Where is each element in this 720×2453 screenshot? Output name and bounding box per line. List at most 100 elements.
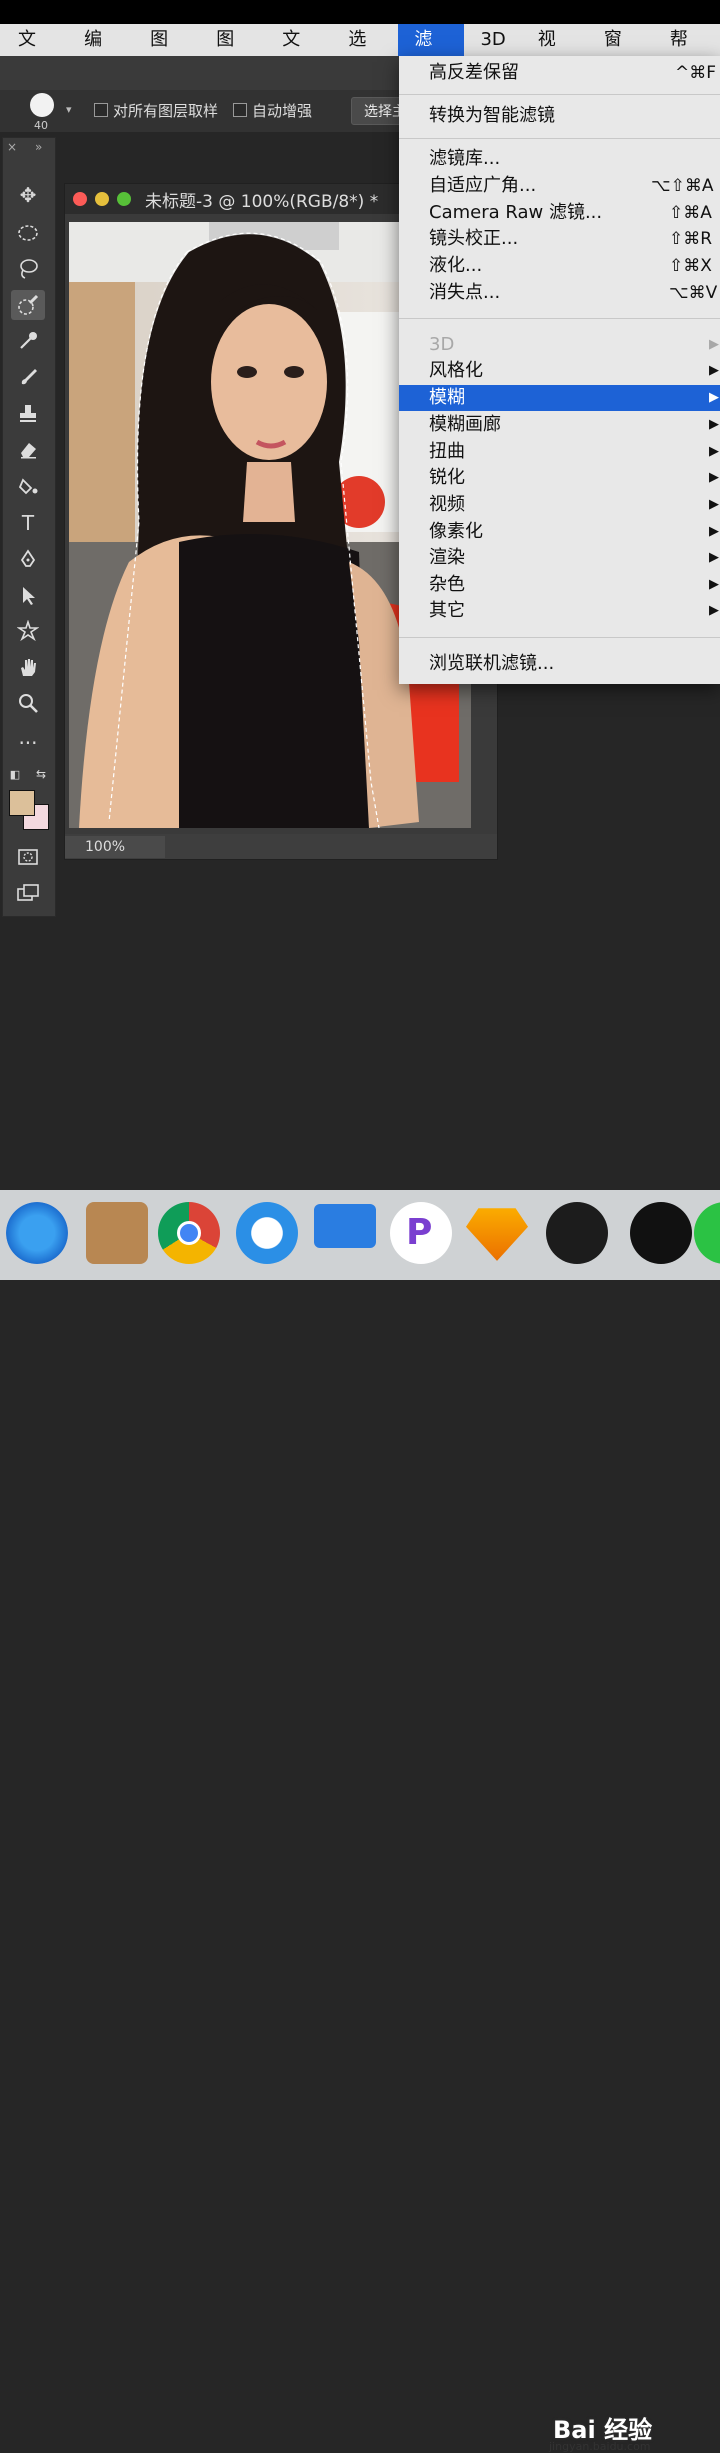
submenu-arrow-icon: ▶ <box>709 337 719 352</box>
menu-filter[interactable]: 滤镜 <box>398 24 465 82</box>
brush-size-label: 40 <box>34 119 48 132</box>
menu-item-label: 3D <box>429 334 455 355</box>
quick-selection-tool-icon[interactable] <box>11 290 45 320</box>
menu-view[interactable]: 视图 <box>522 24 588 82</box>
chrome-icon[interactable] <box>158 1202 220 1264</box>
menu-item-other[interactable]: 其它 ▶ <box>399 598 720 624</box>
menu-item-noise[interactable]: 杂色 ▶ <box>399 572 720 598</box>
p-app-icon[interactable]: P <box>390 1202 452 1264</box>
menu-item-label: 镜头校正... <box>429 228 519 249</box>
menu-item-label: 锐化 <box>429 467 465 488</box>
zoom-window-icon[interactable] <box>117 192 131 206</box>
more-tools-icon[interactable]: ··· <box>11 728 45 758</box>
minimize-window-icon[interactable] <box>95 192 109 206</box>
zoom-level-field[interactable]: 100% <box>65 836 165 858</box>
safari-icon[interactable] <box>6 1202 68 1264</box>
close-window-icon[interactable] <box>73 192 87 206</box>
sample-all-layers-checkbox[interactable] <box>94 103 108 117</box>
menu-item-liquify[interactable]: 液化... ⇧⌘X <box>399 253 720 279</box>
menu-layer[interactable]: 图层 <box>200 24 266 82</box>
submenu-arrow-icon: ▶ <box>709 444 719 459</box>
menu-item-filter-gallery[interactable]: 滤镜库... <box>399 146 720 172</box>
menu-item-label: 液化... <box>429 255 483 276</box>
quick-mask-icon[interactable] <box>11 842 45 872</box>
submenu-arrow-icon: ▶ <box>709 524 719 539</box>
menu-item-render[interactable]: 渲染 ▶ <box>399 545 720 571</box>
collapse-icon[interactable]: » <box>35 140 42 154</box>
menu-type[interactable]: 文字 <box>266 24 332 82</box>
menu-item-lens-correction[interactable]: 镜头校正... ⇧⌘R <box>399 226 720 252</box>
menu-item-stylize[interactable]: 风格化 ▶ <box>399 358 720 384</box>
menu-item-label: 消失点... <box>429 282 501 303</box>
menu-image[interactable]: 图像 <box>134 24 200 82</box>
custom-shape-tool-icon[interactable] <box>11 616 45 646</box>
screen-mode-icon[interactable] <box>11 878 45 908</box>
menu-item-shortcut: ^⌘F <box>675 63 717 83</box>
qq-icon[interactable] <box>630 1202 692 1264</box>
eyedropper-tool-icon[interactable] <box>11 326 45 356</box>
menu-separator <box>399 94 720 95</box>
menu-item-browse-online-filters[interactable]: 浏览联机滤镜... <box>399 651 720 677</box>
brush-tool-icon[interactable] <box>11 362 45 392</box>
menu-item-adaptive-wide-angle[interactable]: 自适应广角... ⌥⇧⌘A <box>399 173 720 199</box>
auto-enhance-label: 自动增强 <box>252 102 313 120</box>
menu-3d[interactable]: 3D <box>464 24 521 56</box>
menu-item-convert-smart-filter[interactable]: 转换为智能滤镜 <box>399 103 720 129</box>
menu-item-label: 视频 <box>429 494 465 515</box>
zoom-tool-icon[interactable] <box>11 688 45 718</box>
menu-item-label: 风格化 <box>429 360 483 381</box>
menu-item-pixelate[interactable]: 像素化 ▶ <box>399 519 720 545</box>
menu-item-label: 扭曲 <box>429 441 465 462</box>
menu-file[interactable]: 文件 <box>0 24 68 82</box>
menu-item-label: 像素化 <box>429 521 483 542</box>
chevron-down-icon[interactable]: ▾ <box>66 103 72 116</box>
menu-item-blur[interactable]: 模糊 ▶ <box>399 385 720 411</box>
tools-panel: × » ✥ T ··· ◧ ⇆ <box>2 137 56 917</box>
marquee-tool-icon[interactable] <box>11 218 45 248</box>
menu-select[interactable]: 选择 <box>332 24 398 82</box>
menu-item-camera-raw-filter[interactable]: Camera Raw 滤镜... ⇧⌘A <box>399 200 720 226</box>
hand-tool-icon[interactable] <box>11 652 45 682</box>
pen-tool-icon[interactable] <box>11 544 45 574</box>
path-selection-tool-icon[interactable] <box>11 580 45 610</box>
auto-enhance-checkbox[interactable] <box>233 103 247 117</box>
paint-bucket-tool-icon[interactable] <box>11 470 45 500</box>
menu-item-video[interactable]: 视频 ▶ <box>399 492 720 518</box>
submenu-arrow-icon: ▶ <box>709 390 719 405</box>
menu-edit[interactable]: 编辑 <box>68 24 134 82</box>
move-tool-icon[interactable]: ✥ <box>11 180 45 210</box>
menu-item-label: 转换为智能滤镜 <box>429 105 555 126</box>
stamp-tool-icon[interactable] <box>11 398 45 428</box>
menu-help[interactable]: 帮助 <box>654 24 720 82</box>
qq-browser-icon[interactable] <box>236 1202 298 1264</box>
menu-item-label: 其它 <box>429 600 465 621</box>
foreground-color-swatch[interactable] <box>9 790 35 816</box>
app-icon[interactable] <box>546 1202 608 1264</box>
eraser-tool-icon[interactable] <box>11 434 45 464</box>
sketch-icon[interactable] <box>466 1208 528 1261</box>
close-icon[interactable]: × <box>7 140 17 154</box>
menu-item-shortcut: ⌥⌘V <box>669 283 718 303</box>
menu-item-label: 自适应广角... <box>429 175 537 196</box>
contacts-icon[interactable] <box>86 1202 148 1264</box>
lasso-tool-icon[interactable] <box>11 254 45 284</box>
menu-item-vanishing-point[interactable]: 消失点... ⌥⌘V <box>399 280 720 306</box>
menu-item-sharpen[interactable]: 锐化 ▶ <box>399 465 720 491</box>
swap-colors-icon[interactable]: ⇆ <box>31 764 51 784</box>
menu-item-distort[interactable]: 扭曲 ▶ <box>399 439 720 465</box>
screen-top-bar <box>0 0 720 24</box>
menu-window[interactable]: 窗口 <box>588 24 654 82</box>
default-colors-icon[interactable]: ◧ <box>5 764 25 784</box>
submenu-arrow-icon: ▶ <box>709 550 719 565</box>
submenu-arrow-icon: ▶ <box>709 603 719 618</box>
menu-item-label: 渲染 <box>429 547 465 568</box>
status-bar: 100% <box>65 834 497 859</box>
submenu-arrow-icon: ▶ <box>709 470 719 485</box>
brush-preset-icon[interactable] <box>30 93 54 117</box>
menu-item-blur-gallery[interactable]: 模糊画廊 ▶ <box>399 412 720 438</box>
menu-item-label: Camera Raw 滤镜... <box>429 202 603 223</box>
type-tool-icon[interactable]: T <box>11 508 45 538</box>
wechat-icon[interactable] <box>694 1202 720 1264</box>
keynote-icon[interactable] <box>314 1204 376 1248</box>
menu-item-last-filter[interactable]: 高反差保留 ^⌘F <box>399 60 720 86</box>
